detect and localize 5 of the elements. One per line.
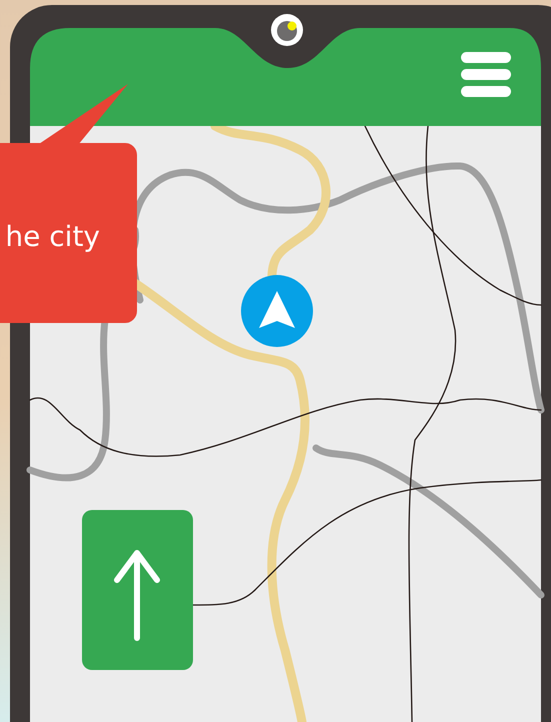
direction-card[interactable]	[82, 510, 193, 670]
menu-icon[interactable]	[461, 52, 511, 97]
location-marker-icon[interactable]	[241, 275, 313, 347]
callout-text: he city	[5, 220, 100, 253]
camera-icon	[271, 14, 303, 46]
